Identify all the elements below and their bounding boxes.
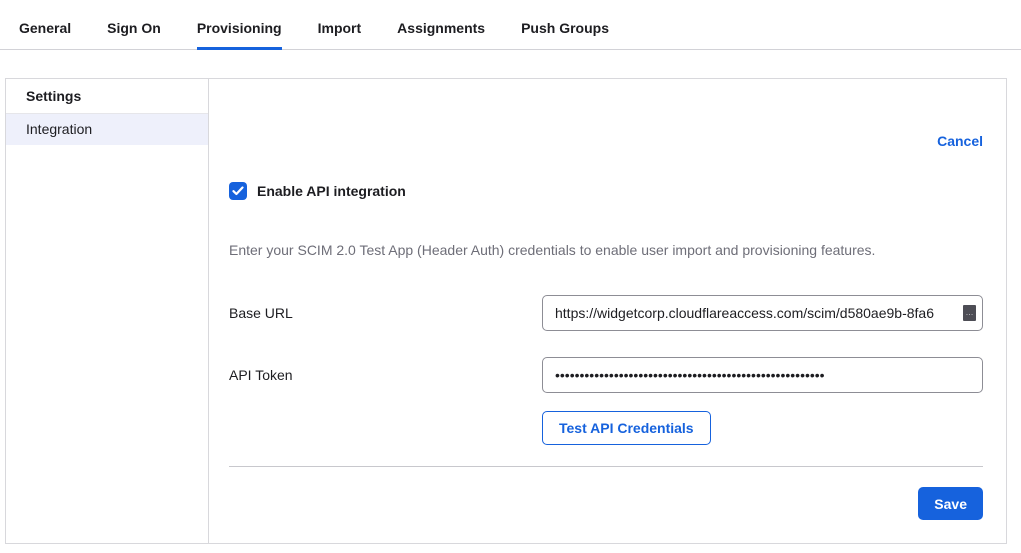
tab-sign-on[interactable]: Sign On — [107, 20, 161, 50]
enable-api-label: Enable API integration — [257, 183, 406, 199]
integration-settings-panel: Cancel Enable API integration Enter your… — [209, 79, 1008, 543]
save-button[interactable]: Save — [918, 487, 983, 520]
base-url-input-wrap: … — [542, 295, 983, 331]
app-tab-bar: General Sign On Provisioning Import Assi… — [0, 0, 1021, 50]
tab-assignments[interactable]: Assignments — [397, 20, 485, 50]
checkmark-icon — [232, 186, 244, 196]
provisioning-card: Settings Integration Cancel Enable API i… — [5, 78, 1007, 544]
api-token-input[interactable] — [542, 357, 983, 393]
tab-general[interactable]: General — [19, 20, 71, 50]
cancel-link[interactable]: Cancel — [937, 133, 983, 149]
base-url-input[interactable] — [542, 295, 983, 331]
test-credentials-row: Test API Credentials — [542, 411, 983, 445]
api-token-input-wrap — [542, 357, 983, 393]
api-token-field-row: API Token — [229, 357, 983, 393]
tab-provisioning[interactable]: Provisioning — [197, 20, 282, 50]
cancel-row: Cancel — [229, 134, 983, 149]
enable-api-checkbox[interactable] — [229, 182, 247, 200]
save-row: Save — [229, 487, 983, 520]
sidebar-item-label: Integration — [26, 121, 92, 137]
api-token-label: API Token — [229, 357, 542, 383]
enable-api-row: Enable API integration — [229, 182, 983, 200]
settings-sidebar: Settings Integration — [6, 79, 209, 543]
sidebar-item-integration[interactable]: Integration — [6, 114, 208, 145]
sidebar-heading: Settings — [6, 79, 208, 114]
tab-push-groups[interactable]: Push Groups — [521, 20, 609, 50]
base-url-field-row: Base URL … — [229, 295, 983, 331]
base-url-label: Base URL — [229, 295, 542, 321]
footer-divider — [229, 466, 983, 467]
tab-import[interactable]: Import — [318, 20, 362, 50]
credentials-description: Enter your SCIM 2.0 Test App (Header Aut… — [229, 243, 983, 257]
test-api-credentials-button[interactable]: Test API Credentials — [542, 411, 711, 445]
